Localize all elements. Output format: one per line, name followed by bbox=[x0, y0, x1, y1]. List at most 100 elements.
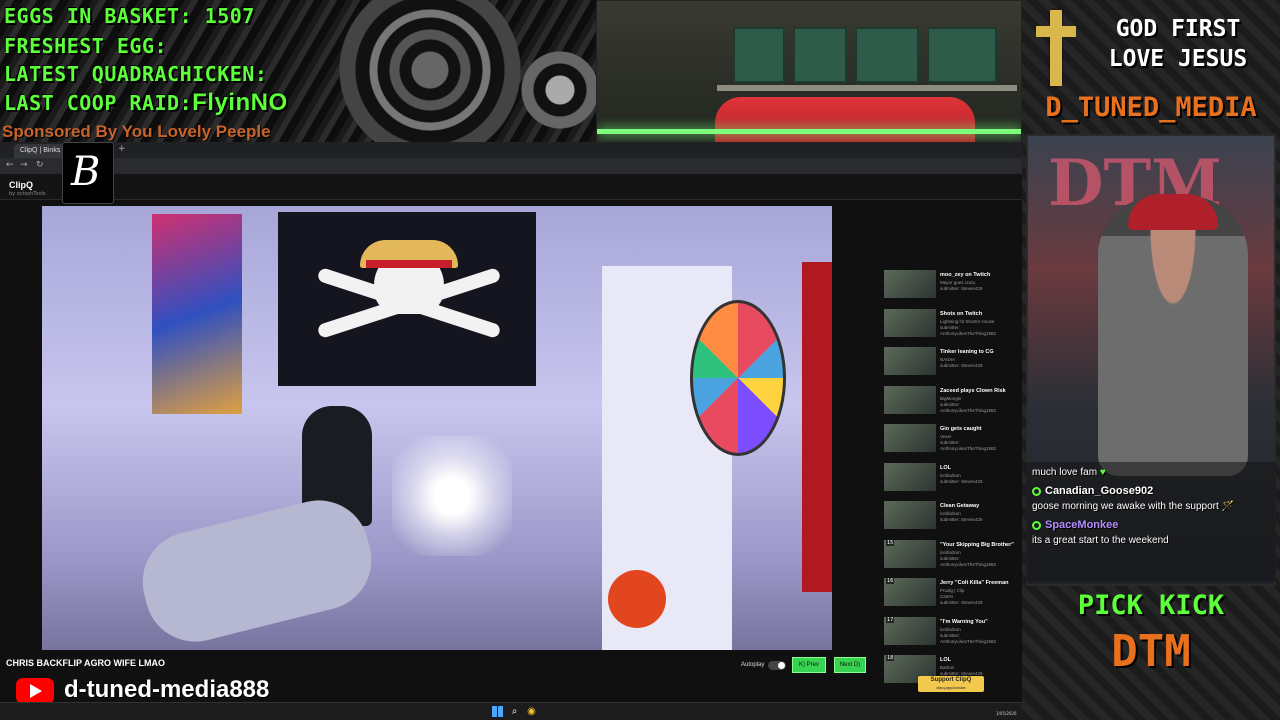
clip-title: Zaceed plays Clown Risk bbox=[940, 387, 1006, 394]
pirate-flag bbox=[278, 212, 536, 386]
taskbar: ⌕ ◉ 1/05/2026 bbox=[0, 702, 1022, 720]
list-item[interactable]: 15 "Your Skipping Big Brother" lordlodson s… bbox=[882, 538, 1018, 576]
clip-title: Gio gets caught bbox=[940, 426, 982, 432]
clip-meta-2: submitter: Steven429 bbox=[940, 478, 983, 484]
brand-name: D_TUNED_MEDIA bbox=[1045, 92, 1257, 123]
storage-bin bbox=[733, 27, 785, 83]
raid-label: LAST COOP RAID: bbox=[4, 91, 193, 115]
list-item[interactable]: 17 "I'm Warning You" lordlodson submitter: A… bbox=[882, 615, 1018, 653]
clip-meta-2: submitter: Steven429 bbox=[940, 517, 983, 522]
chrome-icon[interactable]: ◉ bbox=[526, 706, 537, 717]
clip-meta: lordlodson submitter: Steven429 bbox=[940, 473, 1018, 485]
chat-text: goose morning we awake with the support bbox=[1032, 501, 1219, 512]
clip-meta: BigMonger submitter: AnthonyLikesTheThing1… bbox=[940, 396, 1018, 414]
list-item[interactable]: Shots on Twitch Lightning hit Shots's Hou… bbox=[882, 307, 1018, 345]
list-item[interactable]: Zaceed plays Clown Risk BigMonger submitte… bbox=[882, 384, 1018, 422]
raid-name: FlyinNO bbox=[192, 89, 288, 116]
clip-meta: lordlodson submitter: Steven429 bbox=[940, 511, 1018, 523]
clip-meta: NAIDIA submitter: Steven429 bbox=[940, 357, 1018, 369]
chat-text: much love fam bbox=[1032, 467, 1098, 478]
list-item[interactable]: LOL lordlodson submitter: Steven429 bbox=[882, 461, 1018, 499]
list-item[interactable]: 16 Jerry "Colt Killa" Freeman Prodig | Cli… bbox=[882, 576, 1018, 614]
clip-thumbnail[interactable] bbox=[884, 270, 936, 298]
clip-meta-2: submitter: Steven429 bbox=[940, 363, 983, 368]
last-coop-raid: LAST COOP RAID:FlyinNO bbox=[4, 89, 288, 117]
clip-title: moo_zey on Twitch bbox=[940, 272, 991, 278]
clip-title: Clean Getaway bbox=[940, 503, 980, 509]
clip-title: LOL bbox=[940, 657, 951, 663]
emoji-icon: ♥ bbox=[1099, 467, 1106, 478]
reload-icon[interactable]: ↻ bbox=[36, 160, 44, 170]
storage-bin bbox=[793, 27, 847, 83]
cross-icon bbox=[1036, 10, 1076, 86]
badge-icon bbox=[1032, 520, 1041, 530]
clip-meta-3: AnthonyLikesTheThing1982 bbox=[940, 561, 997, 567]
chat-username[interactable]: SpaceMonkee bbox=[1032, 519, 1118, 532]
clip-meta-2: submitter: Steven429 bbox=[940, 286, 983, 291]
support-button[interactable]: Support ClipQ clipq.app/donate bbox=[918, 676, 984, 692]
clip-number: 16 bbox=[886, 578, 895, 584]
emoji-icon: 🪄 bbox=[1221, 501, 1235, 512]
clip-meta-3: AnthonyLikesTheThing1982 bbox=[940, 330, 997, 336]
balloon bbox=[608, 570, 666, 628]
wall-shelf bbox=[717, 85, 1017, 91]
clip-thumbnail[interactable] bbox=[884, 501, 936, 529]
list-item[interactable]: Gio gets caught Vexer submitter: AnthonyLik… bbox=[882, 422, 1018, 460]
app-subtitle: by octoshTools bbox=[9, 191, 46, 197]
clip-title: Shots on Twitch bbox=[940, 310, 983, 317]
video-player[interactable] bbox=[42, 206, 832, 650]
clip-meta: lordlodson submitter: AnthonyLikesTheThing… bbox=[940, 550, 1018, 568]
anime-poster bbox=[152, 214, 242, 414]
freshest-egg: FRESHEST EGG: bbox=[4, 34, 168, 58]
youtube-icon bbox=[16, 678, 54, 704]
search-icon[interactable]: ⌕ bbox=[509, 706, 520, 717]
autoplay-toggle[interactable] bbox=[768, 661, 786, 670]
channel-logo: B bbox=[62, 142, 114, 204]
clip-meta: Vexer submitter: AnthonyLikesTheThing1982 bbox=[940, 434, 1018, 452]
motto-line-2: LOVE JESUS bbox=[1108, 46, 1248, 72]
clip-thumbnail[interactable]: 16 bbox=[884, 578, 936, 606]
clip-thumbnail[interactable] bbox=[884, 424, 936, 452]
next-button[interactable]: Next D) bbox=[834, 657, 866, 673]
list-item[interactable]: moo_zey on Twitch Mayor goes crazy submitt… bbox=[882, 268, 1018, 306]
video-title: CHRIS BACKFLIP AGRO WIFE LMAO bbox=[6, 658, 165, 668]
clip-meta: Prodig | Clip CanIN submitter: Steven429 bbox=[940, 588, 1018, 606]
badge-icon bbox=[1032, 486, 1041, 496]
clip-queue: moo_zey on Twitch Mayor goes crazy submitt… bbox=[878, 264, 1018, 694]
tab-bar: ClipQ | Binks × + bbox=[0, 142, 1022, 158]
eggs-in-basket: EGGS IN BASKET: 1507 bbox=[4, 4, 255, 28]
list-item[interactable]: Clean Getaway lordlodson submitter: Steven… bbox=[882, 499, 1018, 537]
forward-icon[interactable]: → bbox=[20, 160, 28, 170]
clip-title: "I'm Warning You" bbox=[940, 618, 988, 625]
prev-button[interactable]: K) Prev bbox=[792, 657, 826, 673]
clip-thumbnail[interactable] bbox=[884, 347, 936, 375]
storage-bin bbox=[927, 27, 997, 83]
clip-thumbnail[interactable]: 17 bbox=[884, 616, 936, 645]
chat-username[interactable]: Canadian_Goose902 bbox=[1032, 485, 1153, 498]
app-name[interactable]: ClipQ bbox=[9, 180, 33, 190]
clip-thumbnail[interactable] bbox=[884, 308, 936, 337]
list-item[interactable]: Tinker leaning to CG NAIDIA submitter: Ste… bbox=[882, 345, 1018, 383]
clip-number: 15 bbox=[886, 539, 895, 546]
clip-number: 18 bbox=[886, 655, 895, 661]
clip-meta-3: AnthonyLikesTheThing1982 bbox=[940, 407, 997, 413]
motto-line-1: GOD FIRST bbox=[1115, 16, 1241, 42]
clip-thumbnail[interactable] bbox=[884, 462, 936, 491]
clip-title: LOL bbox=[940, 464, 951, 471]
clip-thumbnail[interactable]: 15 bbox=[884, 539, 936, 568]
clip-title: Jerry "Colt Killa" Freeman bbox=[940, 580, 1009, 586]
windows-start-icon[interactable] bbox=[492, 706, 503, 717]
curtain bbox=[802, 262, 832, 592]
address-bar: ← → ↻ bbox=[0, 158, 1022, 174]
toggle-knob bbox=[778, 662, 785, 669]
sponsor-line: Sponsored By You Lovely Peeple bbox=[2, 122, 271, 141]
clip-thumbnail[interactable] bbox=[884, 385, 936, 414]
chat-box: much love fam ♥ Canadian_Goose902goose mo… bbox=[1026, 462, 1276, 582]
new-tab-icon[interactable]: + bbox=[118, 144, 126, 154]
back-icon[interactable]: ← bbox=[6, 160, 14, 170]
person-legs bbox=[132, 489, 382, 650]
youtube-handle: d-tuned-media888 bbox=[64, 676, 270, 703]
autoplay-label: Autoplay bbox=[741, 662, 765, 668]
right-sidebar: GOD FIRST LOVE JESUS D_TUNED_MEDIA DTM m… bbox=[1022, 0, 1280, 720]
support-sub: clipq.app/donate bbox=[936, 685, 966, 690]
